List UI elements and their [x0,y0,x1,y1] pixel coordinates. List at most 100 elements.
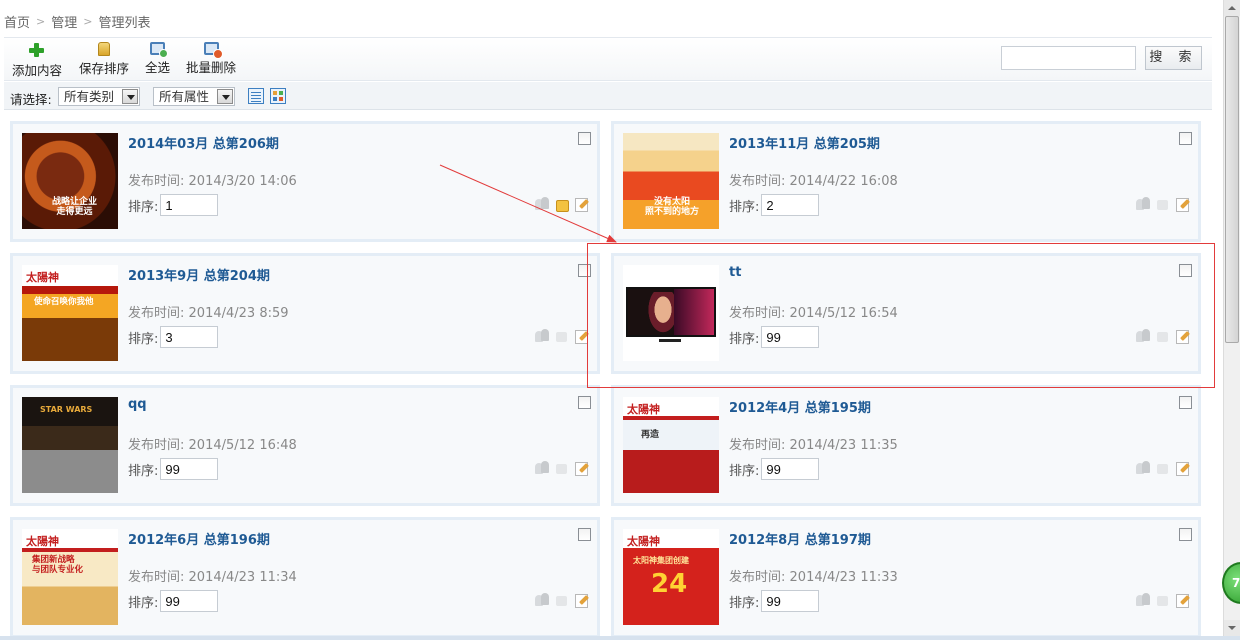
item-actions [1135,328,1190,344]
select-checkbox[interactable] [578,396,591,409]
grid-view-icon[interactable] [270,88,286,104]
thumbs-up-icon[interactable] [554,328,569,343]
edit-icon[interactable] [574,460,589,476]
thumbs-up-icon[interactable] [554,592,569,607]
select-checkbox[interactable] [1179,396,1192,409]
breadcrumb-home[interactable]: 首页 [4,12,30,31]
search-input[interactable] [1001,46,1136,70]
sort-input[interactable] [761,590,820,612]
sort-input[interactable] [160,326,219,348]
edit-icon[interactable] [1175,592,1190,608]
select-checkbox[interactable] [578,132,591,145]
item-actions [1135,196,1190,212]
sort-input[interactable] [761,458,820,480]
sort-row: 排序: [128,590,219,612]
category-select[interactable]: 所有类别 [58,87,140,106]
item-title-link[interactable]: 2013年11月 总第205期 [729,133,880,152]
save-sort-button[interactable]: 保存排序 [79,42,129,77]
cover-thumbnail[interactable]: 没有太阳 照不到的地方 [623,133,719,229]
edit-icon[interactable] [1175,460,1190,476]
edit-icon[interactable] [1175,196,1190,212]
edit-icon[interactable] [574,196,589,212]
people-icon[interactable] [1135,460,1150,475]
select-checkbox[interactable] [1179,264,1192,277]
sort-row: 排序: [729,194,820,216]
cover-logo: 太陽神 [26,271,59,284]
publish-time-label: 发布时间: [128,570,185,585]
item-actions [534,196,589,212]
item-title-link[interactable]: qq [128,397,147,412]
attribute-select-value: 所有属性 [159,89,210,104]
item-title-link[interactable]: 2012年8月 总第197期 [729,529,871,548]
thumbs-up-icon[interactable] [1155,592,1170,607]
content-card: 太陽神 使命召唤你我他 2013年9月 总第204期 发布时间: 2014/4/23 … [10,253,600,374]
edit-icon[interactable] [574,328,589,344]
thumbs-up-icon[interactable] [1155,196,1170,211]
publish-time-row: 发布时间: 2014/5/12 16:48 [128,434,297,453]
scroll-up-icon[interactable] [1224,0,1240,16]
sort-label: 排序: [729,199,760,215]
add-content-button[interactable]: 添加内容 [12,42,62,79]
search-button[interactable]: 搜 索 [1145,46,1202,70]
cover-thumbnail[interactable]: 太陽神 24 太阳神集团创建 [623,529,719,625]
tv-screen [626,287,716,337]
cover-thumbnail[interactable]: 太陽神 再造 [623,397,719,493]
cover-thumbnail[interactable]: STAR WARS [22,397,118,493]
publish-time-value: 2014/5/12 16:54 [789,306,898,321]
people-icon[interactable] [1135,592,1150,607]
people-icon[interactable] [534,592,549,607]
sort-input[interactable] [160,458,219,480]
select-checkbox[interactable] [1179,132,1192,145]
scroll-down-icon[interactable] [1224,620,1240,636]
item-title-link[interactable]: 2013年9月 总第204期 [128,265,270,284]
cover-thumbnail[interactable] [623,265,719,361]
batch-delete-icon [203,42,223,59]
list-view-icon[interactable] [248,88,264,104]
breadcrumb-separator-icon: > [83,14,93,28]
sort-input[interactable] [160,194,219,216]
sort-label: 排序: [128,331,159,347]
people-icon[interactable] [534,460,549,475]
vertical-scrollbar[interactable] [1223,0,1240,636]
breadcrumb-manage[interactable]: 管理 [51,12,77,31]
edit-icon[interactable] [1175,328,1190,344]
category-select-value: 所有类别 [64,89,115,104]
sort-row: 排序: [729,326,820,348]
publish-time-row: 发布时间: 2014/4/23 11:35 [729,434,898,453]
edit-icon[interactable] [574,592,589,608]
people-icon[interactable] [1135,196,1150,211]
item-title-link[interactable]: 2012年4月 总第195期 [729,397,871,416]
publish-time-label: 发布时间: [729,570,786,585]
content-card: 太陽神 24 太阳神集团创建 2012年8月 总第197期 发布时间: 2014/4/2… [611,517,1201,638]
thumbs-up-icon[interactable] [554,196,569,212]
thumbs-up-icon[interactable] [1155,460,1170,475]
item-title-link[interactable]: 2014年03月 总第206期 [128,133,279,152]
cover-logo: 太陽神 [26,535,59,548]
attribute-select[interactable]: 所有属性 [153,87,235,106]
save-sort-icon [98,42,110,56]
item-title-link[interactable]: tt [729,265,741,280]
thumbs-up-icon[interactable] [554,460,569,475]
select-checkbox[interactable] [1179,528,1192,541]
cover-thumbnail[interactable]: 太陽神 集团新战略 与团队专业化 [22,529,118,625]
sort-input[interactable] [160,590,219,612]
people-icon[interactable] [1135,328,1150,343]
item-actions [1135,460,1190,476]
cover-thumbnail[interactable]: 战略让企业 走得更远 [22,133,118,229]
batch-delete-button[interactable]: 批量删除 [186,42,236,76]
publish-time-row: 发布时间: 2014/4/23 11:34 [128,566,297,585]
select-checkbox[interactable] [578,264,591,277]
scroll-thumb[interactable] [1225,16,1239,343]
select-all-button[interactable]: 全选 [145,42,170,76]
select-checkbox[interactable] [578,528,591,541]
people-icon[interactable] [534,328,549,343]
cover-thumbnail[interactable]: 太陽神 使命召唤你我他 [22,265,118,361]
sort-input[interactable] [761,194,820,216]
sort-row: 排序: [729,458,820,480]
cover-logo: 太陽神 [627,535,660,548]
sort-input[interactable] [761,326,820,348]
thumbs-up-icon[interactable] [1155,328,1170,343]
item-title-link[interactable]: 2012年6月 总第196期 [128,529,270,548]
publish-time-row: 发布时间: 2014/4/23 8:59 [128,302,289,321]
people-icon[interactable] [534,196,549,211]
